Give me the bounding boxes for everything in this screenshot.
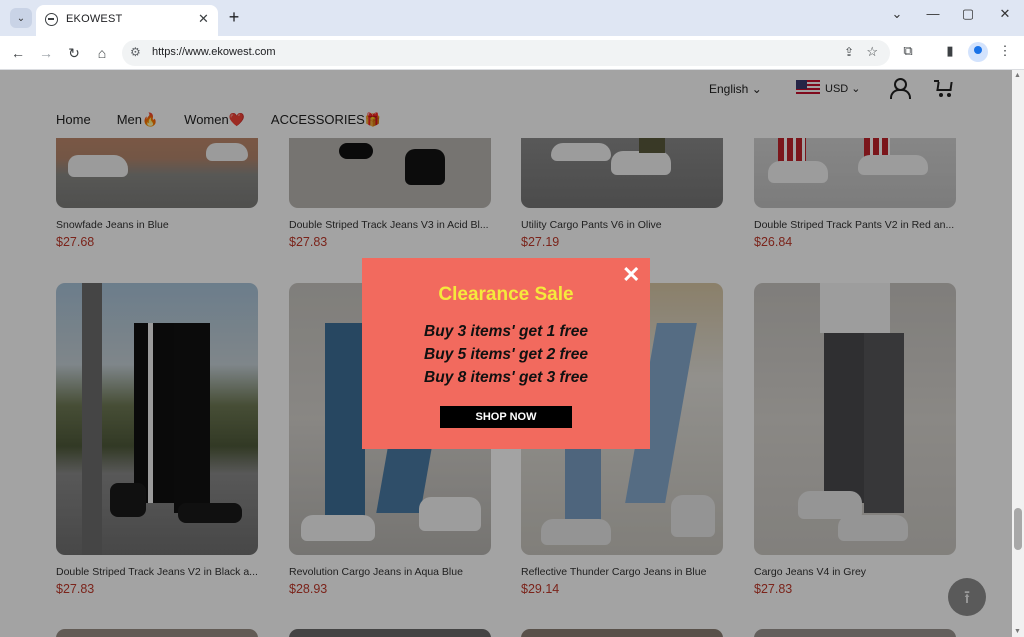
chevron-down-icon[interactable]: ⌄ bbox=[887, 6, 907, 22]
minimize-button[interactable]: — bbox=[923, 6, 943, 21]
profile-avatar[interactable] bbox=[968, 42, 988, 62]
popup-headline: Clearance Sale bbox=[438, 284, 574, 305]
address-bar[interactable]: ⚙ https://www.ekowest.com ⇪ ☆ bbox=[122, 40, 890, 66]
tab-close-icon[interactable]: ✕ bbox=[198, 11, 209, 27]
offer-line: Buy 3 items' get 1 free bbox=[424, 323, 588, 340]
offer-line: Buy 8 items' get 3 free bbox=[424, 369, 588, 386]
browser-toolbar: ← → ↻ ⌂ ⚙ https://www.ekowest.com ⇪ ☆ ⧉ … bbox=[0, 36, 1024, 70]
site-settings-icon[interactable]: ⚙ bbox=[130, 45, 141, 59]
share-icon[interactable]: ⇪ bbox=[844, 45, 854, 59]
window-close-button[interactable]: ✕ bbox=[995, 6, 1015, 22]
arrow-up-icon: ⭱ bbox=[963, 587, 971, 607]
clearance-sale-popup: ✕ Clearance Sale Buy 3 items' get 1 free… bbox=[362, 258, 650, 449]
extensions-icon[interactable]: ⧉ bbox=[898, 43, 918, 59]
back-to-top-button[interactable]: ⭱ bbox=[948, 578, 986, 616]
reload-icon[interactable]: ↻ bbox=[64, 43, 84, 63]
more-menu-icon[interactable]: ⋮ bbox=[995, 43, 1015, 59]
shop-now-button[interactable]: SHOP NOW bbox=[440, 406, 572, 428]
page-scrollbar[interactable]: ▲ ▼ bbox=[1012, 70, 1024, 637]
scroll-down-arrow-icon[interactable]: ▼ bbox=[1014, 628, 1021, 635]
scrollbar-thumb[interactable] bbox=[1014, 508, 1022, 550]
offer-line: Buy 5 items' get 2 free bbox=[424, 346, 588, 363]
url-text: https://www.ekowest.com bbox=[152, 46, 276, 58]
maximize-button[interactable]: ▢ bbox=[958, 6, 978, 22]
bookmark-star-icon[interactable]: ☆ bbox=[866, 44, 878, 60]
browser-tabstrip: ⌄ EKOWEST ✕ + ⌄ — ▢ ✕ bbox=[0, 0, 1024, 36]
home-icon[interactable]: ⌂ bbox=[92, 43, 112, 63]
scroll-up-arrow-icon[interactable]: ▲ bbox=[1014, 72, 1021, 79]
globe-icon bbox=[45, 13, 58, 26]
side-panel-icon[interactable]: ▮ bbox=[940, 43, 960, 59]
new-tab-button[interactable]: + bbox=[224, 8, 244, 28]
chevron-down-icon: ⌄ bbox=[16, 12, 26, 24]
tab-title: EKOWEST bbox=[66, 13, 123, 25]
browser-tab[interactable]: EKOWEST ✕ bbox=[36, 5, 218, 36]
back-arrow-icon[interactable]: ← bbox=[8, 43, 28, 63]
forward-arrow-icon[interactable]: → bbox=[36, 43, 56, 63]
tab-search-button[interactable]: ⌄ bbox=[10, 8, 32, 28]
